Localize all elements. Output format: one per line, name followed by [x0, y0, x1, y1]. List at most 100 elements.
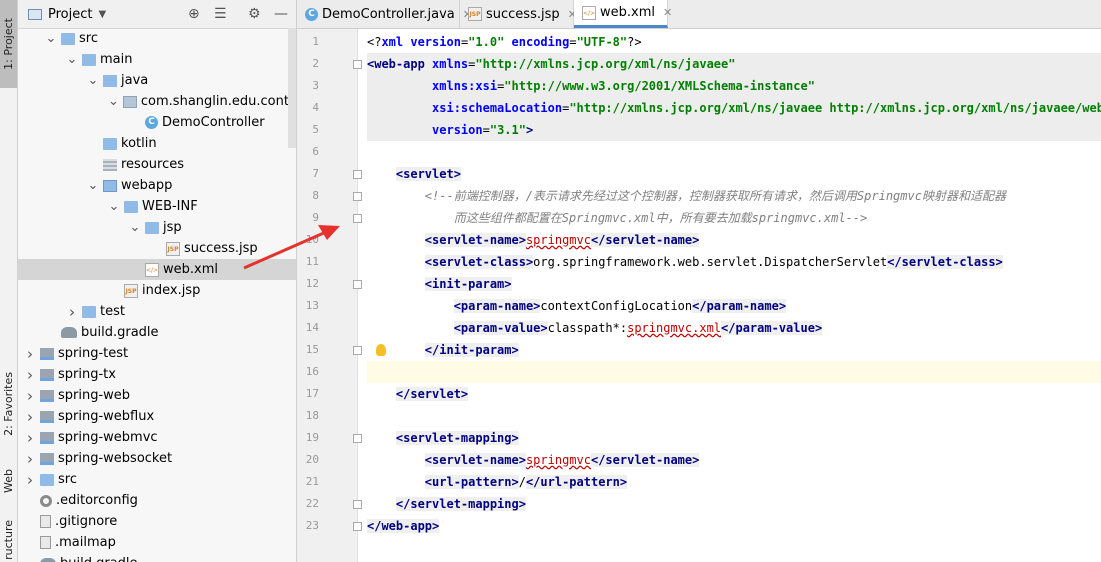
code-line[interactable]: <?xml version="1.0" encoding="UTF-8"?> [367, 31, 1101, 53]
fold-marker-icon[interactable] [353, 170, 362, 179]
tree-item[interactable]: build.gradle [18, 553, 296, 562]
code-line[interactable]: <servlet> [367, 163, 1101, 185]
favorites-tool-tab[interactable]: 2: Favorites [0, 360, 17, 448]
hide-panel-icon[interactable]: — [274, 6, 288, 22]
chevron-down-icon[interactable]: ⌄ [108, 95, 119, 108]
close-icon[interactable]: ✕ [663, 6, 672, 19]
chevron-right-icon[interactable]: › [66, 303, 78, 321]
jsp-file-icon: JSP [468, 7, 482, 21]
code-line[interactable]: <servlet-class>org.springframework.web.s… [367, 251, 1101, 273]
code-line[interactable]: <servlet-mapping> [367, 427, 1101, 449]
code-line[interactable]: <init-param> [367, 273, 1101, 295]
chevron-right-icon[interactable]: › [24, 450, 36, 468]
tree-item-label: src [79, 31, 98, 46]
code-line[interactable] [367, 405, 1101, 427]
editor-tab[interactable]: </> web.xml ✕ [574, 0, 672, 28]
tree-item-label: src [58, 472, 77, 487]
editor-tab[interactable]: JSP success.jsp ✕ [460, 0, 577, 28]
code-line[interactable]: <web-app xmlns="http://xmlns.jcp.org/xml… [367, 53, 1101, 75]
tree-item[interactable]: › spring-webmvc [18, 427, 296, 448]
tree-item[interactable]: › spring-webflux [18, 406, 296, 427]
code-line[interactable]: </web-app> [367, 515, 1101, 537]
tree-item[interactable]: › spring-websocket [18, 448, 296, 469]
tree-item[interactable]: resources [18, 154, 296, 175]
editor-tab[interactable]: CDemoController.java✕ [297, 0, 472, 28]
tree-item[interactable]: JSP success.jsp [18, 238, 296, 259]
code-line[interactable]: <!--前端控制器，/表示请求先经过这个控制器，控制器获取所有请求，然后调用Sp… [367, 185, 1101, 207]
code-line[interactable] [367, 361, 1101, 383]
locate-target-icon[interactable]: ⊕ [188, 6, 200, 22]
code-line[interactable]: </servlet-mapping> [367, 493, 1101, 515]
fold-marker-icon[interactable] [353, 522, 362, 531]
project-view-selector[interactable]: Project [48, 7, 92, 22]
lightbulb-icon[interactable] [376, 344, 386, 356]
chevron-right-icon[interactable]: › [24, 429, 36, 447]
tree-item[interactable]: .mailmap [18, 532, 296, 553]
tree-item[interactable]: .gitignore [18, 511, 296, 532]
chevron-down-icon[interactable]: ⌄ [87, 74, 99, 87]
tree-item[interactable]: build.gradle [18, 322, 296, 343]
fold-marker-icon[interactable] [353, 434, 362, 443]
code-editor[interactable]: 1 2 3 4 5 6 7 8 9 10 11 12 13 14 15 16 17 18 19 20 21 22 23 <?… [297, 29, 1101, 562]
fold-marker-icon[interactable] [353, 214, 362, 223]
chevron-down-icon[interactable]: ⌄ [66, 53, 78, 66]
tree-item[interactable]: ⌄ java [18, 70, 296, 91]
tree-item[interactable]: kotlin [18, 133, 296, 154]
code-line[interactable]: <param-name>contextConfigLocation</param… [367, 295, 1101, 317]
fold-marker-icon[interactable] [353, 346, 362, 355]
line-number: 3 [312, 79, 319, 92]
code-line[interactable]: 而这些组件都配置在Springmvc.xml中，所有要去加载springmvc.… [367, 207, 1101, 229]
chevron-right-icon[interactable]: › [24, 471, 36, 489]
code-line[interactable]: <param-value>classpath*:springmvc.xml</p… [367, 317, 1101, 339]
fold-marker-icon[interactable] [353, 500, 362, 509]
tree-item[interactable]: ⌄ jsp [18, 217, 296, 238]
chevron-down-icon[interactable]: ⌄ [45, 32, 57, 45]
chevron-down-icon[interactable]: ⌄ [87, 179, 99, 192]
structure-tool-tab[interactable]: ructure [0, 518, 17, 562]
chevron-right-icon[interactable]: › [24, 366, 36, 384]
chevron-right-icon[interactable]: › [24, 345, 36, 363]
tree-item[interactable]: › spring-tx [18, 364, 296, 385]
tree-item[interactable]: .editorconfig [18, 490, 296, 511]
code-line[interactable]: <servlet-name>springmvc</servlet-name> [367, 229, 1101, 251]
code-line[interactable]: version="3.1"> [367, 119, 1101, 141]
tree-item[interactable]: C DemoController [18, 112, 296, 133]
tree-item[interactable]: › spring-web [18, 385, 296, 406]
code-line[interactable]: </servlet> [367, 383, 1101, 405]
line-number: 2 [312, 57, 319, 70]
web-tool-tab[interactable]: Web [0, 456, 17, 506]
code-token: ?> [627, 35, 642, 49]
project-view-icon [28, 8, 42, 20]
tree-item[interactable]: ⌄ main [18, 49, 296, 70]
chevron-down-icon[interactable]: ⌄ [108, 200, 120, 213]
chevron-right-icon[interactable]: › [24, 408, 36, 426]
tree-item[interactable]: JSP index.jsp [18, 280, 296, 301]
code-token: </servlet-name> [590, 233, 700, 247]
chevron-down-icon[interactable]: ▼ [98, 9, 106, 20]
tree-item[interactable]: ⌄ WEB-INF [18, 196, 296, 217]
tree-item[interactable]: › spring-test [18, 343, 296, 364]
tree-item[interactable]: › test [18, 301, 296, 322]
project-tool-tab[interactable]: 1: Project [0, 0, 17, 88]
tree-item[interactable]: ⌄ src [18, 28, 296, 49]
project-scrollbar[interactable] [288, 28, 296, 148]
fold-marker-icon[interactable] [353, 192, 362, 201]
chevron-down-icon[interactable]: ⌄ [129, 221, 141, 234]
code-line[interactable]: </init-param> [367, 339, 1101, 361]
fold-marker-icon[interactable] [353, 280, 362, 289]
gear-icon[interactable]: ⚙ [248, 6, 261, 22]
code-line[interactable]: xsi:schemaLocation="http://xmlns.jcp.org… [367, 97, 1101, 119]
code-lines[interactable]: <?xml version="1.0" encoding="UTF-8"?> <w… [367, 29, 1101, 562]
collapse-all-icon[interactable]: ☰ [214, 6, 227, 22]
code-line[interactable]: xmlns:xsi="http://www.w3.org/2001/XMLSch… [367, 75, 1101, 97]
fold-marker-icon[interactable] [353, 60, 362, 69]
tree-item[interactable]: › src [18, 469, 296, 490]
tree-item[interactable]: ⌄ webapp [18, 175, 296, 196]
code-line[interactable]: <url-pattern>/</url-pattern> [367, 471, 1101, 493]
chevron-right-icon[interactable]: › [24, 387, 36, 405]
tree-item[interactable]: </> web.xml [18, 259, 296, 280]
code-line[interactable] [367, 141, 1101, 163]
tree-item[interactable]: ⌄ com.shanglin.edu.contro [18, 91, 296, 112]
gradle-icon [40, 558, 56, 562]
code-line[interactable]: <servlet-name>springmvc</servlet-name> [367, 449, 1101, 471]
